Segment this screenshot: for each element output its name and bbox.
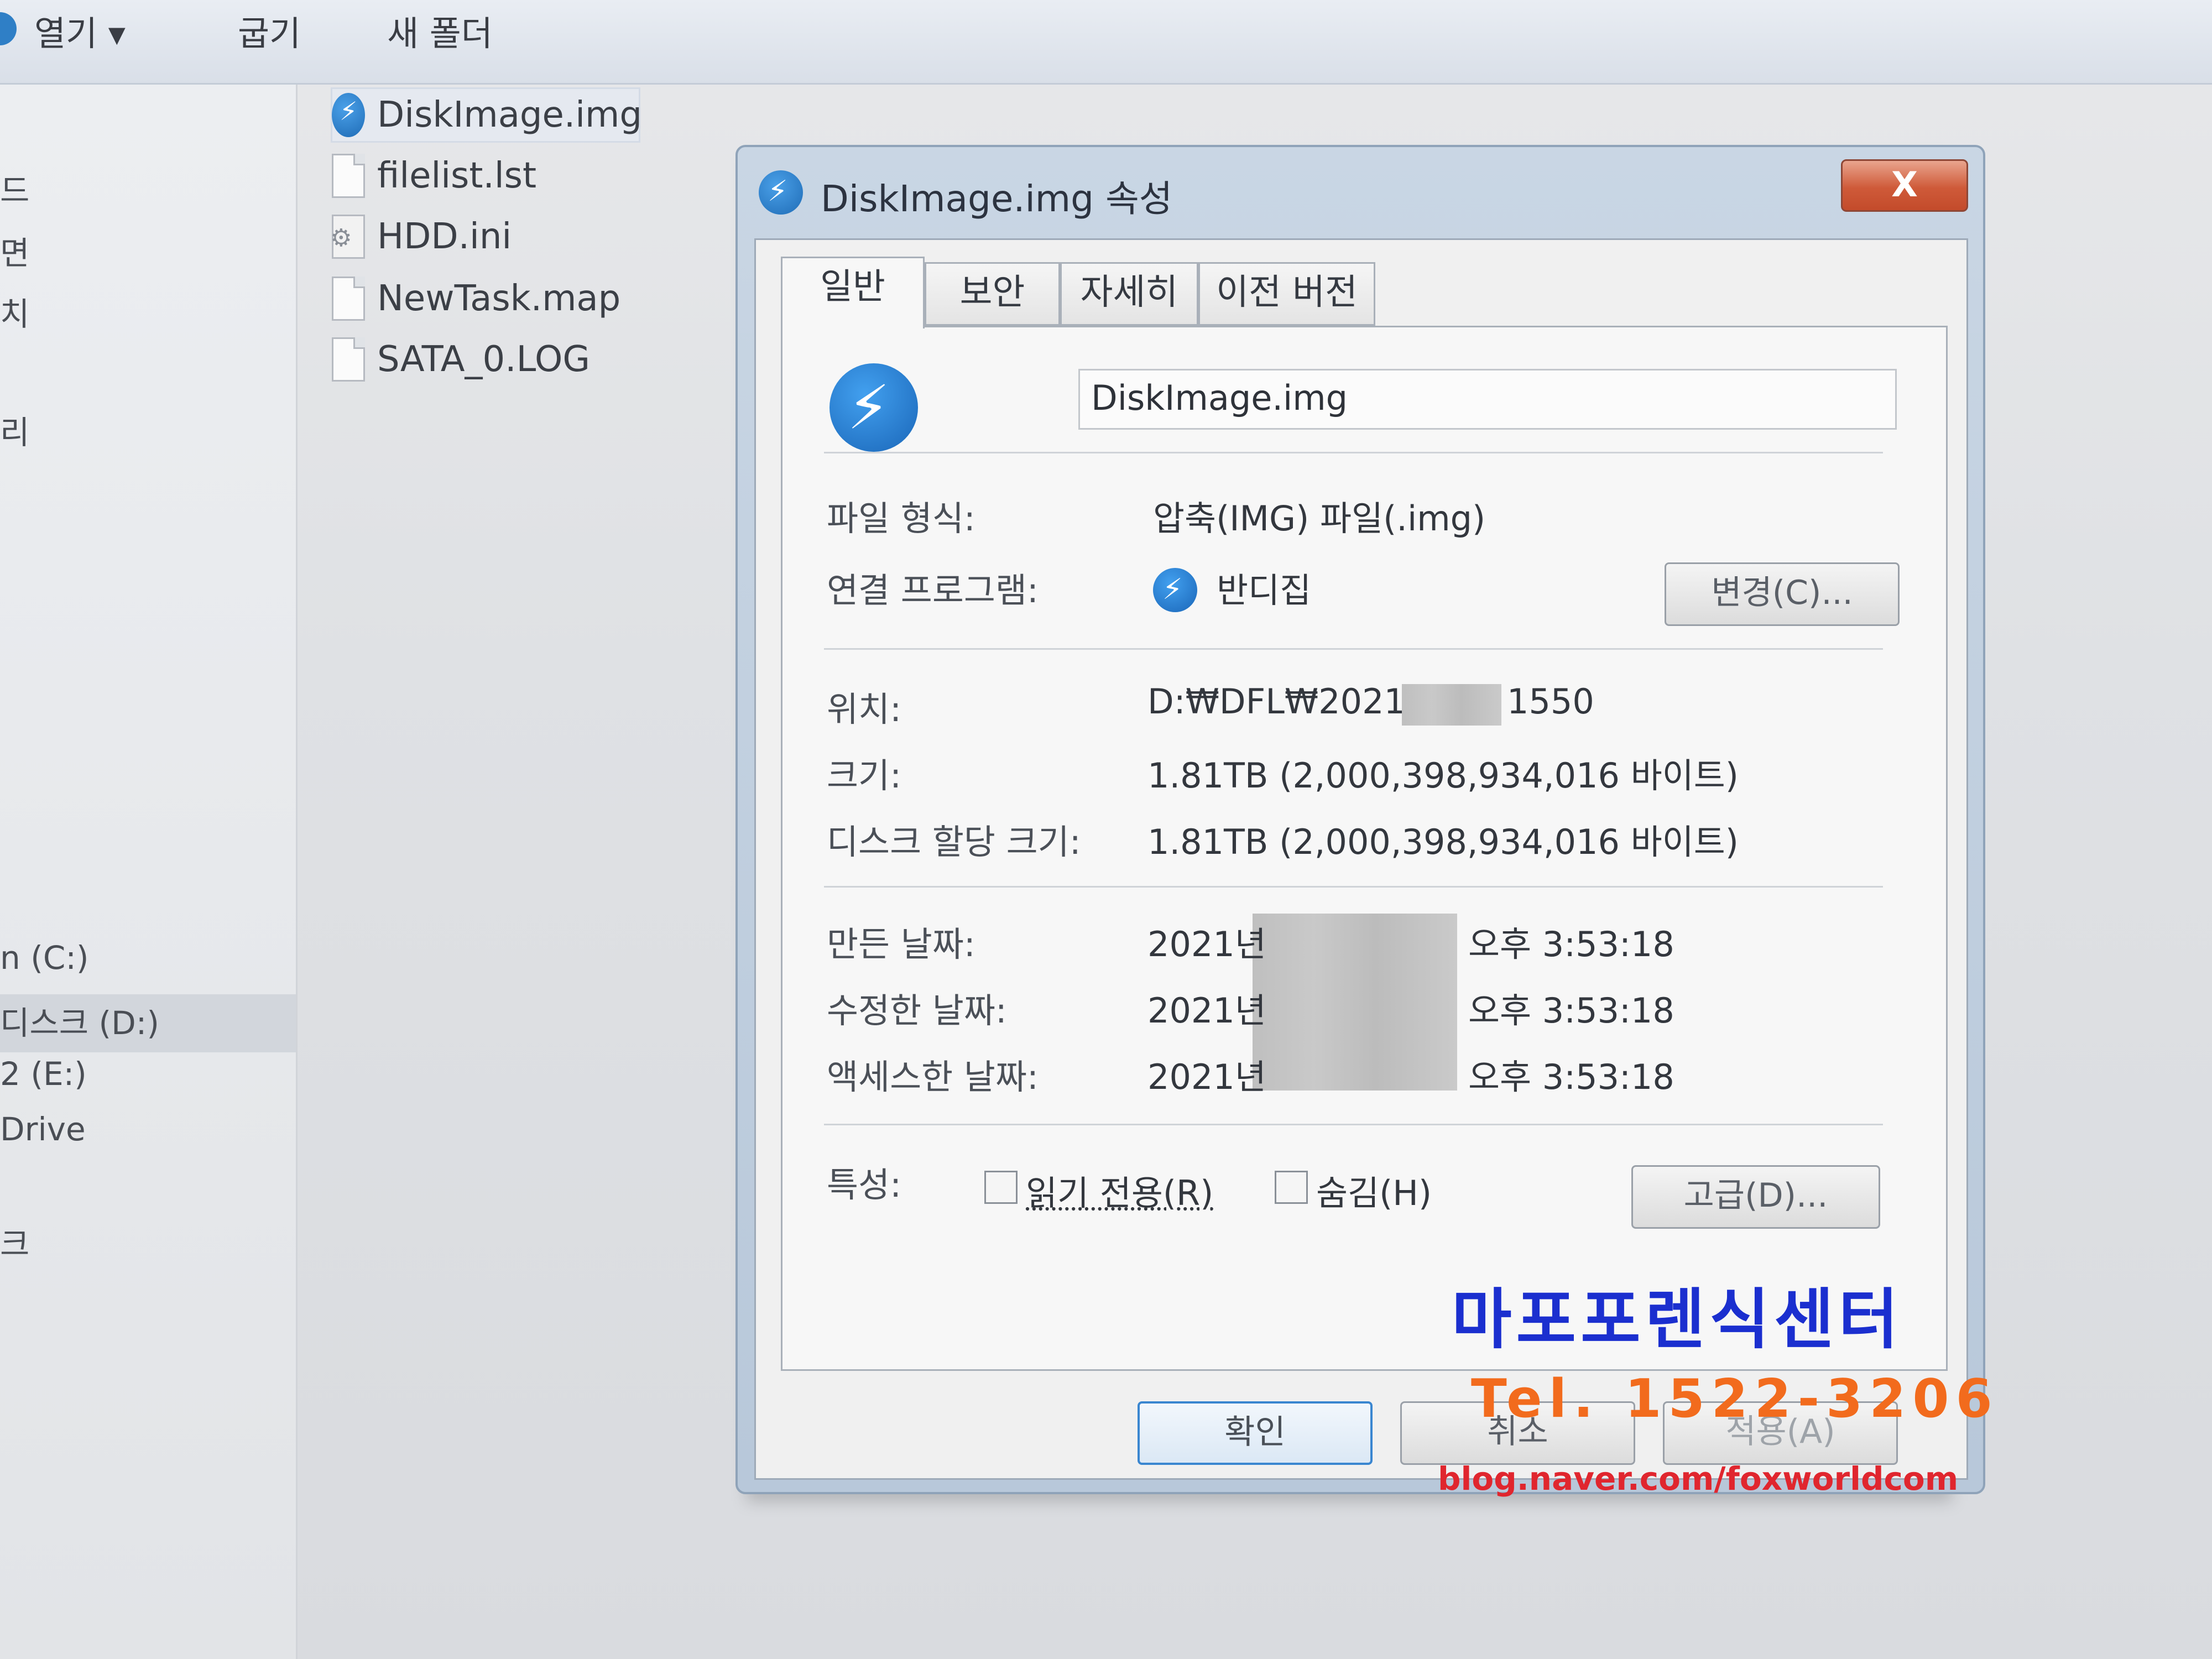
file-name: SATA_0.LOG xyxy=(377,339,590,380)
nav-item-partial[interactable]: 리 xyxy=(0,406,29,453)
accessed-label: 액세스한 날짜: xyxy=(827,1057,1039,1097)
separator xyxy=(824,886,1883,888)
redacted-dates xyxy=(1253,914,1457,1091)
attributes-label: 특성: xyxy=(827,1165,901,1205)
file-type-label: 파일 형식: xyxy=(827,498,975,539)
nav-item-drive[interactable]: Drive xyxy=(0,1110,86,1148)
accessed-year: 2021년 xyxy=(1147,1057,1266,1097)
file-item[interactable]: SATA_0.LOG xyxy=(332,332,590,387)
accessed-time: 오후 3:53:18 xyxy=(1468,1057,1674,1097)
nav-item-partial[interactable]: 치 xyxy=(0,288,29,335)
file-name: NewTask.map xyxy=(377,278,621,319)
change-program-button[interactable]: 변경(C)... xyxy=(1665,562,1900,626)
tab-security[interactable]: 보안 xyxy=(925,262,1060,326)
new-folder-button[interactable]: 새 폴더 xyxy=(387,6,493,55)
size-on-disk-value: 1.81TB (2,000,398,934,016 바이트) xyxy=(1147,822,1739,862)
tab-panel-general: DiskImage.img 파일 형식: 압축(IMG) 파일(.img) 연결… xyxy=(781,326,1948,1371)
redacted-area xyxy=(1402,684,1501,726)
file-name: HDD.ini xyxy=(377,216,512,257)
nav-item-partial[interactable]: 크 xyxy=(0,1218,29,1265)
hidden-label[interactable]: 숨김(H) xyxy=(1316,1165,1432,1215)
bandizip-icon xyxy=(0,12,17,45)
nav-item-drive-c[interactable]: n (C:) xyxy=(0,939,89,977)
tab-details[interactable]: 자세히 xyxy=(1060,262,1198,326)
document-icon xyxy=(332,337,365,382)
ok-button[interactable]: 확인 xyxy=(1138,1401,1373,1465)
document-icon xyxy=(332,154,365,198)
opens-with-label: 연결 프로그램: xyxy=(827,570,1039,611)
location-suffix: 1550 xyxy=(1507,681,1594,722)
tab-general[interactable]: 일반 xyxy=(781,257,925,328)
location-label: 위치: xyxy=(827,689,901,729)
watermark-blog: blog.naver.com/foxworldcom xyxy=(1438,1460,1959,1498)
file-item[interactable]: DiskImage.img xyxy=(332,87,642,143)
modified-time: 오후 3:53:18 xyxy=(1468,990,1674,1031)
navigation-pane: 드 면 치 리 n (C:) 디스크 (D:) 2 (E:) Drive 크 xyxy=(0,85,298,1659)
tab-previous-versions[interactable]: 이전 버전 xyxy=(1198,262,1375,326)
opens-with-value: 반디집 xyxy=(1217,570,1312,611)
file-item[interactable]: HDD.ini xyxy=(330,209,512,264)
modified-year: 2021년 xyxy=(1147,990,1266,1031)
size-value: 1.81TB (2,000,398,934,016 바이트) xyxy=(1147,755,1739,796)
nav-item-partial[interactable]: 면 xyxy=(0,227,29,274)
watermark-tel: Tel. 1522-3206 xyxy=(1471,1369,1999,1430)
desktop-screen: 열기 ▾ 굽기 새 폴더 드 면 치 리 n (C:) 디스크 (D:) 2 (… xyxy=(0,0,2212,1659)
filename-field[interactable]: DiskImage.img xyxy=(1078,369,1897,430)
file-type-value: 압축(IMG) 파일(.img) xyxy=(1153,498,1486,539)
size-on-disk-label: 디스크 할당 크기: xyxy=(827,822,1081,862)
separator xyxy=(824,648,1883,650)
created-time: 오후 3:53:18 xyxy=(1468,924,1674,964)
bandizip-icon xyxy=(1153,568,1197,612)
bandizip-icon xyxy=(759,170,803,215)
created-year: 2021년 xyxy=(1147,924,1266,964)
file-item[interactable]: filelist.lst xyxy=(332,148,536,204)
close-button[interactable]: X xyxy=(1841,159,1968,212)
hidden-checkbox[interactable] xyxy=(1275,1171,1308,1204)
burn-button[interactable]: 굽기 xyxy=(238,6,301,55)
explorer-toolbar: 열기 ▾ 굽기 새 폴더 xyxy=(0,0,2212,85)
open-button[interactable]: 열기 ▾ xyxy=(34,6,126,55)
size-label: 크기: xyxy=(827,755,901,796)
nav-item-drive-e[interactable]: 2 (E:) xyxy=(0,1055,87,1093)
bandizip-file-icon xyxy=(830,363,918,452)
separator xyxy=(824,1124,1883,1125)
readonly-checkbox[interactable] xyxy=(984,1171,1018,1204)
file-item[interactable]: NewTask.map xyxy=(332,271,620,326)
created-label: 만든 날짜: xyxy=(827,924,975,964)
settings-file-icon xyxy=(330,215,365,259)
watermark-center-name: 마포포렌식센터 xyxy=(1452,1281,1903,1358)
nav-item-drive-d[interactable]: 디스크 (D:) xyxy=(0,997,159,1044)
nav-item-partial[interactable]: 드 xyxy=(0,165,29,211)
advanced-button[interactable]: 고급(D)... xyxy=(1631,1165,1880,1229)
file-name: DiskImage.img xyxy=(377,95,642,135)
bandizip-icon xyxy=(332,93,365,137)
modified-label: 수정한 날짜: xyxy=(827,990,1007,1031)
dialog-title: DiskImage.img 속성 xyxy=(821,178,1173,220)
location-prefix: D:₩DFL₩2021- xyxy=(1147,681,1418,722)
document-icon xyxy=(332,276,365,321)
file-name: filelist.lst xyxy=(377,155,537,196)
separator xyxy=(824,452,1883,453)
readonly-label[interactable]: 읽기 전용(R) xyxy=(1026,1165,1213,1215)
